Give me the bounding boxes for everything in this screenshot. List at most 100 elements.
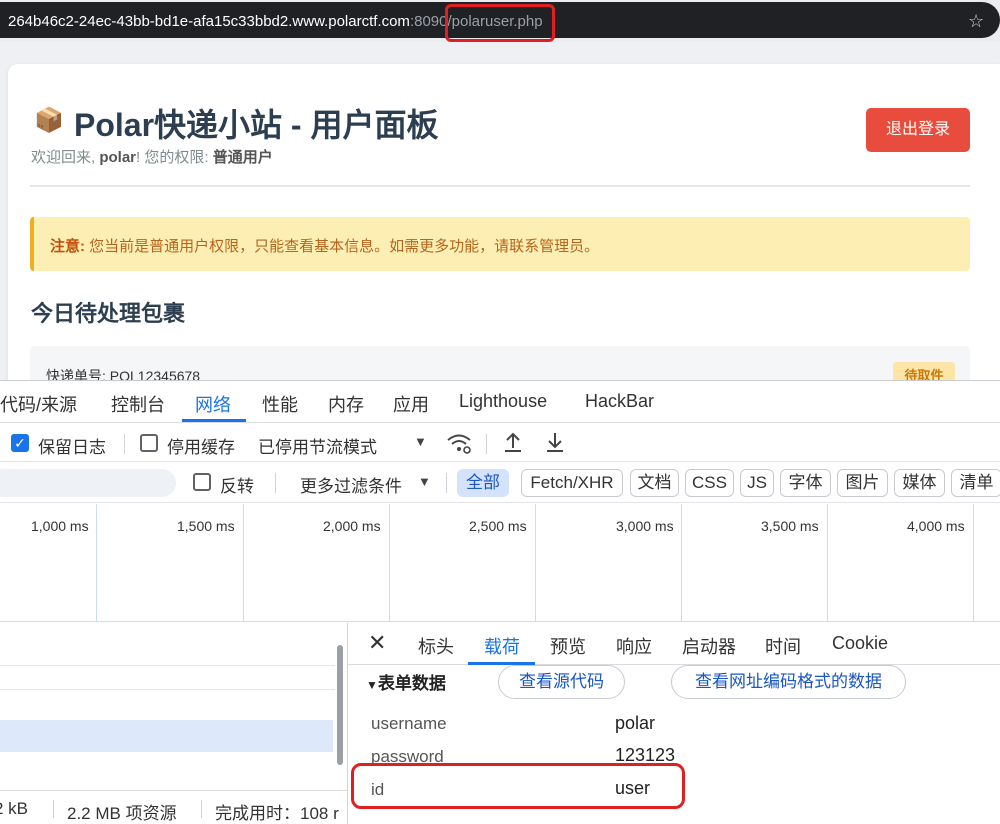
star-icon[interactable]: ☆ (968, 11, 984, 32)
toolbar-divider (486, 434, 487, 454)
timeline-gridline (389, 504, 390, 622)
page-title: Polar快递小站 - 用户面板 (74, 107, 439, 143)
package-icon: 📦 (34, 107, 64, 134)
invert-label: 反转 (220, 477, 254, 496)
tab-response[interactable]: 响应 (616, 633, 652, 659)
form-field-key: username (371, 714, 447, 733)
tab-network[interactable]: 网络 (195, 391, 231, 417)
permission-notice: 注意: 您当前是普通用户权限，只能查看基本信息。如需更多功能，请联系管理员。 (30, 217, 970, 271)
filter-font[interactable]: 字体 (780, 469, 831, 497)
url-port: :8090 (409, 13, 448, 30)
finish-time: 完成用时：108 r (215, 804, 339, 823)
upload-icon[interactable] (502, 430, 524, 460)
timeline-tick-label: 2,500 ms (469, 518, 527, 534)
filter-css[interactable]: CSS (685, 469, 734, 497)
filter-doc[interactable]: 文档 (630, 469, 679, 497)
tab-memory[interactable]: 内存 (328, 391, 364, 417)
status-divider (201, 800, 202, 818)
filter-all[interactable]: 全部 (457, 469, 509, 497)
chevron-down-icon[interactable]: ▼ (418, 474, 431, 489)
pending-packages-title: 今日待处理包裹 (31, 301, 186, 326)
network-status-bar: 2 kB 2.2 MB 项资源 完成用时：108 r (0, 790, 347, 824)
request-list-scrollbar[interactable] (337, 645, 343, 765)
welcome-text: 欢迎回来, polar! 您的权限: 普通用户 (31, 146, 273, 167)
welcome-mid: ! 您的权限: (136, 149, 209, 166)
filter-fetch-xhr[interactable]: Fetch/XHR (521, 469, 623, 497)
tab-performance[interactable]: 性能 (262, 391, 298, 417)
tab-headers[interactable]: 标头 (418, 633, 454, 659)
chevron-down-icon[interactable]: ▼ (414, 434, 427, 449)
welcome-username: polar (99, 149, 137, 166)
filter-input[interactable] (0, 469, 176, 497)
timeline-gridline (535, 504, 536, 622)
network-conditions-icon[interactable] (446, 430, 472, 460)
url-path-highlight (445, 4, 555, 42)
filter-manifest[interactable]: 清单 (951, 469, 1000, 497)
resources-size: 2.2 MB 项资源 (67, 804, 177, 823)
close-icon[interactable]: ✕ (368, 630, 386, 656)
collapse-triangle-icon: ▼ (366, 678, 378, 692)
view-url-encoded-button[interactable]: 查看网址编码格式的数据 (671, 665, 906, 699)
tab-timing[interactable]: 时间 (765, 633, 801, 659)
active-tab-indicator (182, 419, 246, 422)
filter-media[interactable]: 媒体 (894, 469, 945, 497)
throttling-select[interactable]: 已停用节流模式 (258, 433, 377, 458)
disable-cache-checkbox[interactable] (140, 434, 158, 452)
preserve-log-label: 保留日志 (38, 438, 106, 457)
url-host: 264b46c2-24ec-43bb-bd1e-afa15c33bbd2.www… (8, 13, 410, 30)
row-divider (0, 689, 335, 690)
row-divider (0, 665, 335, 666)
form-field-value: polar (615, 713, 656, 733)
timeline-tick-label: 2,000 ms (323, 518, 381, 534)
toolbar-divider (124, 434, 125, 454)
timeline-gridline (827, 504, 828, 622)
timeline-gridline (243, 504, 244, 622)
tab-initiator[interactable]: 启动器 (682, 633, 736, 659)
status-divider (53, 800, 54, 818)
invert-checkbox[interactable] (193, 473, 211, 491)
devtools-panel: 代码/来源 控制台 网络 性能 内存 应用 Lighthouse HackBar… (0, 380, 1000, 824)
notice-label: 注意: (50, 238, 85, 255)
notice-message: 您当前是普通用户权限，只能查看基本信息。如需更多功能，请联系管理员。 (89, 238, 600, 255)
timeline-gridline (681, 504, 682, 622)
network-toolbar: ✓ 保留日志 停用缓存 已停用节流模式 ▼ (0, 424, 1000, 462)
selected-request-row[interactable] (0, 720, 333, 752)
tab-hackbar[interactable]: HackBar (585, 391, 654, 412)
timeline-gridline (973, 504, 974, 622)
timeline-tick-label: 3,000 ms (616, 518, 674, 534)
timeline-gridline (96, 504, 97, 622)
filter-img[interactable]: 图片 (837, 469, 888, 497)
detail-tab-bar: ✕ 标头 载荷 预览 响应 启动器 时间 Cookie (348, 623, 1000, 665)
timeline-tick-label: 3,500 ms (761, 518, 819, 534)
id-field-highlight (351, 763, 685, 809)
tab-cookies[interactable]: Cookie (832, 633, 888, 654)
tab-application[interactable]: 应用 (393, 391, 429, 417)
filter-bar: 反转 更多过滤条件 ▼ 全部 Fetch/XHR 文档 CSS JS 字体 图片… (0, 463, 1000, 503)
header-divider (30, 185, 970, 187)
timeline-tick-label: 1,500 ms (177, 518, 235, 534)
form-data-title: 表单数据 (377, 674, 446, 693)
welcome-prefix: 欢迎回来, (31, 149, 96, 166)
network-timeline[interactable]: 1,000 ms 1,500 ms 2,000 ms 2,500 ms 3,00… (0, 504, 1000, 622)
more-filters-dropdown[interactable]: 更多过滤条件 (300, 472, 402, 497)
user-role: 普通用户 (212, 149, 273, 166)
disable-cache-label: 停用缓存 (167, 438, 235, 457)
form-data-section[interactable]: ▼表单数据 (366, 669, 446, 694)
request-list[interactable]: 2 kB 2.2 MB 项资源 完成用时：108 r (0, 623, 347, 824)
preserve-log-checkbox[interactable]: ✓ (11, 434, 29, 452)
logout-button[interactable]: 退出登录 (866, 108, 970, 152)
view-source-button[interactable]: 查看源代码 (498, 665, 625, 699)
tab-lighthouse[interactable]: Lighthouse (459, 391, 547, 412)
download-icon[interactable] (544, 430, 566, 460)
tab-console[interactable]: 控制台 (111, 391, 165, 417)
tab-sources[interactable]: 代码/来源 (0, 391, 77, 417)
transferred-size: 2 kB (0, 799, 29, 818)
devtools-tab-bar: 代码/来源 控制台 网络 性能 内存 应用 Lighthouse HackBar (0, 381, 1000, 423)
timeline-tick-label: 4,000 ms (907, 518, 965, 534)
tab-payload[interactable]: 载荷 (484, 633, 520, 659)
filter-js[interactable]: JS (740, 469, 774, 497)
tab-preview[interactable]: 预览 (550, 633, 586, 659)
toolbar-divider (446, 473, 447, 493)
timeline-tick-label: 1,000 ms (31, 518, 89, 534)
toolbar-divider (275, 473, 276, 493)
